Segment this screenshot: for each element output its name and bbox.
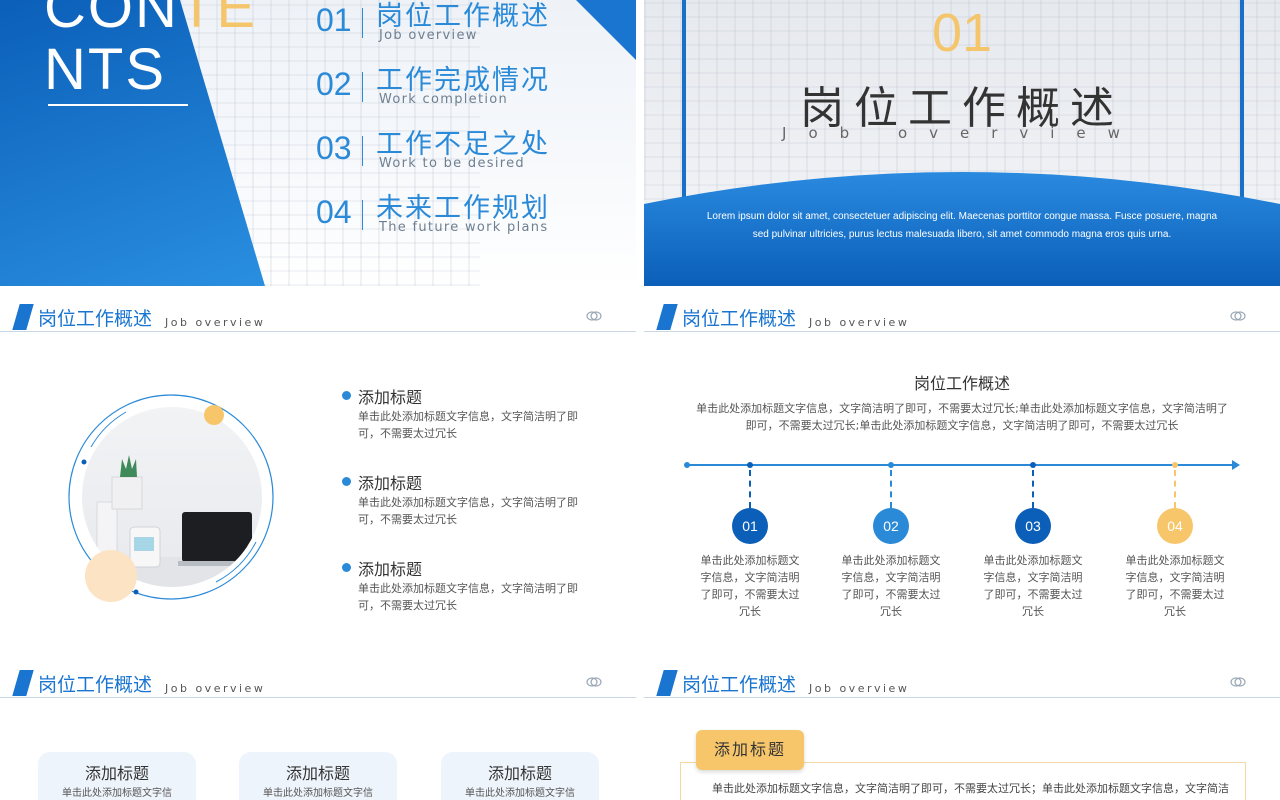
card-text: 单击此处添加标题文字信 (465, 788, 575, 799)
card-title: 添加标题 (285, 764, 350, 783)
contents-heading-line2: NTS (44, 37, 166, 102)
slide-timeline[interactable]: 岗位工作概述 Job overview 岗位工作概述 单击此处添加标题文字信息，… (644, 292, 1280, 652)
header-accent-bar (656, 304, 678, 330)
contents-heading-line1: CONTE (44, 0, 257, 41)
step-connector (749, 470, 751, 508)
toc-subtitle: Job overview (379, 28, 478, 43)
bullet-text: 单击此处添加标题文字信息，文字简洁明了即可，不需要太过冗长 (358, 582, 578, 612)
section-header: 岗位工作概述 Job overview (644, 658, 1280, 700)
header-divider (644, 697, 1280, 698)
toc-number: 03 (316, 130, 352, 166)
header-accent-bar (12, 304, 34, 330)
timeline-description: 单击此处添加标题文字信息，文字简洁明了即可，不需要太过冗长;单击此处添加标题文字… (696, 402, 1228, 432)
header-title: 岗位工作概述 (682, 308, 797, 330)
header-title: 岗位工作概述 (38, 308, 153, 330)
header-title: 岗位工作概述 (682, 674, 797, 696)
header-divider (644, 331, 1280, 332)
slide-bullets[interactable]: 岗位工作概述 Job overview 添加标题 单击此处添加标题文字信息，文字… (0, 292, 636, 652)
section-number: 01 (931, 3, 993, 63)
step-connector (1174, 470, 1176, 508)
header-subtitle: Job overview (809, 316, 910, 329)
toc-divider (362, 136, 363, 166)
bullet-dot (342, 563, 351, 572)
bullet-dot (342, 391, 351, 400)
heading-underline (48, 104, 188, 106)
step-connector (1032, 470, 1034, 508)
toc-subtitle: The future work plans (379, 220, 549, 235)
title-tag[interactable]: 添加标题 (696, 730, 804, 770)
step-point (1030, 462, 1036, 468)
bullet-title: 添加标题 (358, 474, 423, 493)
slide-section-cover[interactable]: 01 岗位工作概述 Job overview Lorem ipsum dolor… (644, 0, 1280, 286)
info-card-1[interactable]: 添加标题 单击此处添加标题文字信 (38, 752, 196, 800)
link-icon (1230, 677, 1246, 687)
header-accent-bar (656, 670, 678, 696)
step-point (888, 462, 894, 468)
header-divider (0, 697, 636, 698)
info-card-3[interactable]: 添加标题 单击此处添加标题文字信 (441, 752, 599, 800)
section-header: 岗位工作概述 Job overview (644, 292, 1280, 334)
card-title: 添加标题 (84, 764, 149, 783)
header-divider (0, 331, 636, 332)
toc-number: 04 (316, 194, 352, 230)
step-text: 单击此处添加标题文字信息，文字简洁明了即可，不需要太过冗长 (1125, 554, 1225, 618)
section-header: 岗位工作概述 Job overview (0, 292, 636, 334)
step-text: 单击此处添加标题文字信息，文字简洁明了即可，不需要太过冗长 (841, 554, 941, 618)
timeline-start-dot (684, 462, 690, 468)
card-text: 单击此处添加标题文字信 (62, 788, 172, 799)
link-icon (586, 311, 602, 321)
slide-tag-block[interactable]: 岗位工作概述 Job overview 添加标题 单击此处添加标题文字信息，文字… (644, 658, 1280, 800)
toc-divider (362, 8, 363, 38)
tag-label: 添加标题 (713, 740, 786, 759)
bullet-text: 单击此处添加标题文字信息，文字简洁明了即可，不需要太过冗长 (358, 496, 578, 526)
tag-block-text: 单击此处添加标题文字信息，文字简洁明了即可，不需要太过冗长；单击此处添加标题文字… (712, 782, 1229, 795)
toc-divider (362, 72, 363, 102)
section-header: 岗位工作概述 Job overview (0, 658, 636, 700)
bullet-title: 添加标题 (358, 388, 423, 407)
step-point (1172, 462, 1178, 468)
slide-cards[interactable]: 岗位工作概述 Job overview 添加标题 单击此处添加标题文字信 添加标… (0, 658, 636, 800)
step-point (747, 462, 753, 468)
toc-subtitle: Work to be desired (379, 156, 525, 171)
header-subtitle: Job overview (165, 316, 266, 329)
header-subtitle: Job overview (809, 682, 910, 695)
card-text: 单击此处添加标题文字信 (263, 788, 373, 799)
bullet-text: 单击此处添加标题文字信息，文字简洁明了即可，不需要太过冗长 (358, 410, 578, 440)
arrow-right-icon (1232, 460, 1240, 470)
step-number: 03 (1015, 508, 1051, 544)
toc-subtitle: Work completion (379, 92, 509, 107)
header-accent-bar (12, 670, 34, 696)
step-text: 单击此处添加标题文字信息，文字简洁明了即可，不需要太过冗长 (700, 554, 800, 618)
contents-heading-part: CON (44, 0, 179, 40)
card-title: 添加标题 (487, 764, 552, 783)
step-number: 04 (1157, 508, 1193, 544)
link-icon (1230, 311, 1246, 321)
step-text: 单击此处添加标题文字信息，文字简洁明了即可，不需要太过冗长 (983, 554, 1083, 618)
link-icon (586, 677, 602, 687)
slide-contents[interactable]: CONTE NTS 01 岗位工作概述 Job overview 02 工作完成… (0, 0, 636, 286)
section-description: Lorem ipsum dolor sit amet, consectetuer… (706, 211, 1218, 240)
toc-number: 02 (316, 66, 352, 102)
timeline-axis (686, 464, 1238, 466)
yellow-dot (204, 405, 224, 425)
toc-number: 01 (316, 2, 352, 38)
info-card-2[interactable]: 添加标题 单击此处添加标题文字信 (239, 752, 397, 800)
header-subtitle: Job overview (165, 682, 266, 695)
header-title: 岗位工作概述 (38, 674, 153, 696)
peach-circle (85, 550, 137, 602)
toc-divider (362, 200, 363, 230)
contents-heading-highlight: TE (178, 0, 258, 40)
section-subtitle: Job overview (782, 124, 1142, 142)
step-connector (890, 470, 892, 508)
bullet-title: 添加标题 (358, 560, 423, 579)
step-number: 01 (732, 508, 768, 544)
step-number: 02 (873, 508, 909, 544)
bullet-dot (342, 477, 351, 486)
timeline-title: 岗位工作概述 (913, 374, 1010, 393)
